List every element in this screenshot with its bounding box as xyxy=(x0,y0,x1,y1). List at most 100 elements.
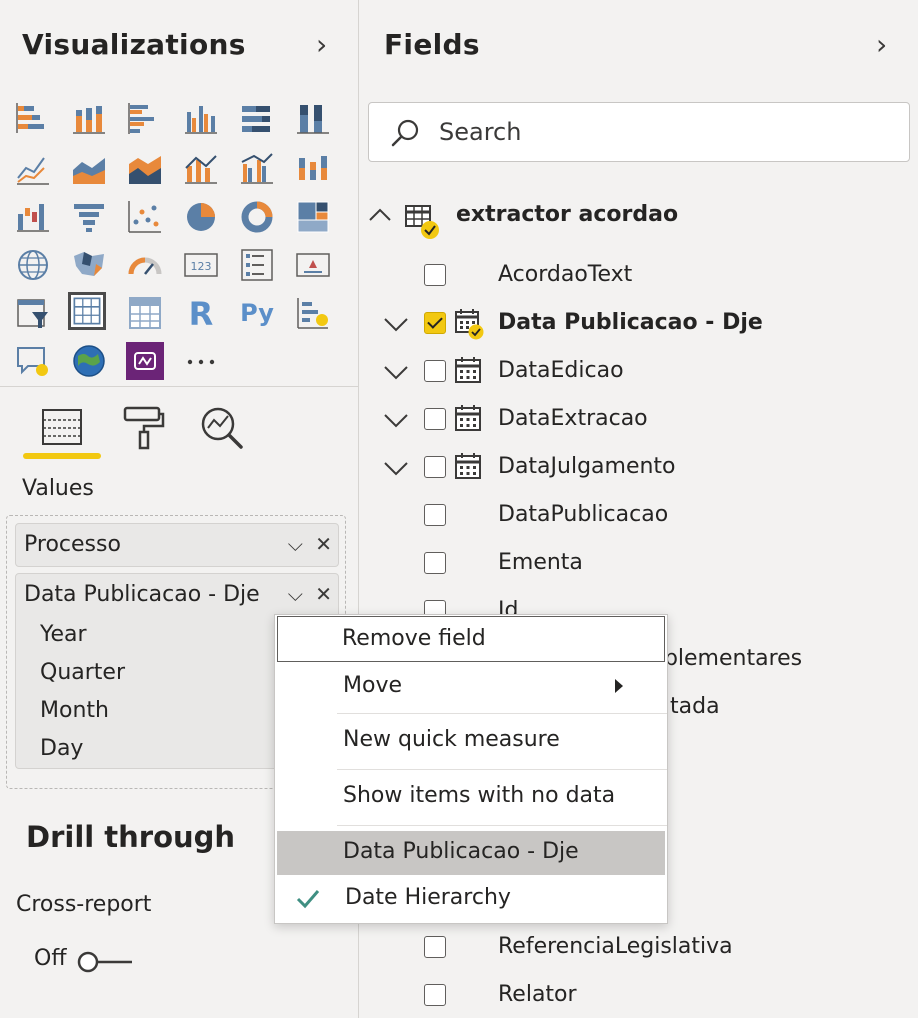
chevron-down-icon[interactable]: ⌵ xyxy=(288,532,303,556)
arcgis-map-icon[interactable] xyxy=(70,342,108,380)
field-checkbox-checked[interactable] xyxy=(424,312,446,334)
collapse-fields-chevron-icon[interactable]: › xyxy=(876,28,887,61)
search-icon xyxy=(391,119,419,147)
close-icon[interactable]: ✕ xyxy=(315,582,332,606)
field-name: DataExtracao xyxy=(498,406,648,431)
svg-text:123: 123 xyxy=(191,260,212,273)
hierarchy-level-day[interactable]: Day xyxy=(40,736,83,761)
field-row-acordaotext[interactable]: AcordaoText xyxy=(360,258,918,298)
menu-separator xyxy=(337,825,667,826)
stacked-bar-chart-icon[interactable] xyxy=(14,100,52,138)
ribbon-chart-icon[interactable] xyxy=(294,150,332,188)
toggle-state-label: Off xyxy=(34,946,67,971)
table-extractor-acordao[interactable]: extractor acordao xyxy=(360,196,900,239)
chevron-down-icon[interactable] xyxy=(382,358,410,386)
menu-separator xyxy=(337,769,667,770)
menu-item-move[interactable]: Move xyxy=(275,665,667,709)
field-checkbox[interactable] xyxy=(424,504,446,526)
paint-roller-icon xyxy=(123,406,165,450)
hierarchy-level-quarter[interactable]: Quarter xyxy=(40,660,125,685)
field-row-dataedicao[interactable]: DataEdicao xyxy=(360,354,918,394)
multi-row-card-icon[interactable] xyxy=(238,246,276,284)
collapse-visualizations-chevron-icon[interactable]: › xyxy=(316,28,327,61)
field-checkbox[interactable] xyxy=(424,360,446,382)
field-row-ementa[interactable]: Ementa xyxy=(360,546,918,586)
menu-item-label: Show items with no data xyxy=(343,783,616,808)
matrix-icon[interactable] xyxy=(126,294,164,332)
field-name: AcordaoText xyxy=(498,262,633,287)
scatter-chart-icon[interactable] xyxy=(126,198,164,236)
field-checkbox[interactable] xyxy=(424,984,446,1006)
close-icon[interactable]: ✕ xyxy=(315,532,332,556)
menu-item-remove-field[interactable]: Remove field xyxy=(277,616,665,662)
100-percent-stacked-column-icon[interactable] xyxy=(294,100,332,138)
menu-item-data-publicacao-dje[interactable]: Data Publicacao - Dje xyxy=(277,831,665,875)
map-icon[interactable] xyxy=(14,246,52,284)
field-row-dataextracao[interactable]: DataExtracao xyxy=(360,402,918,442)
well-field-processo[interactable]: Processo ⌵ ✕ xyxy=(15,523,339,567)
stacked-column-chart-icon[interactable] xyxy=(70,100,108,138)
analytics-tab[interactable] xyxy=(196,402,246,452)
hierarchy-level-month[interactable]: Month xyxy=(40,698,109,723)
menu-item-label: Remove field xyxy=(342,626,486,651)
chevron-down-icon[interactable] xyxy=(382,406,410,434)
well-field-actions: ⌵ ✕ xyxy=(288,582,332,606)
svg-text:R: R xyxy=(189,295,214,332)
field-row-referencialegislativa[interactable]: ReferenciaLegislativa xyxy=(360,930,918,970)
drill-through-title: Drill through xyxy=(26,820,236,854)
treemap-icon[interactable] xyxy=(294,198,332,236)
funnel-chart-icon[interactable] xyxy=(70,198,108,236)
field-row-datajulgamento[interactable]: DataJulgamento xyxy=(360,450,918,490)
more-visuals-icon[interactable] xyxy=(182,342,220,380)
pie-chart-icon[interactable] xyxy=(182,198,220,236)
line-and-clustered-column-icon[interactable] xyxy=(238,150,276,188)
calendar-icon xyxy=(455,453,481,479)
table-visual-icon-selected[interactable] xyxy=(68,292,106,330)
svg-text:Py: Py xyxy=(240,299,274,327)
chevron-up-icon[interactable] xyxy=(368,206,392,222)
format-tab[interactable] xyxy=(118,402,168,452)
qa-visual-icon[interactable] xyxy=(14,342,52,380)
field-name: Data Publicacao - Dje xyxy=(498,310,763,335)
field-row-relator[interactable]: Relator xyxy=(360,978,918,1018)
search-input[interactable] xyxy=(439,111,889,153)
field-checkbox[interactable] xyxy=(424,552,446,574)
hierarchy-level-year[interactable]: Year xyxy=(40,622,87,647)
menu-item-new-quick-measure[interactable]: New quick measure xyxy=(275,719,667,763)
menu-item-date-hierarchy[interactable]: Date Hierarchy xyxy=(275,877,667,921)
filled-map-icon[interactable] xyxy=(70,246,108,284)
100-percent-stacked-bar-icon[interactable] xyxy=(238,100,276,138)
search-box[interactable] xyxy=(368,102,910,162)
clustered-bar-chart-icon[interactable] xyxy=(126,100,164,138)
table-name: extractor acordao xyxy=(456,202,679,227)
key-influencers-icon[interactable] xyxy=(294,294,332,332)
field-name-partial: nplementares xyxy=(650,646,803,671)
field-checkbox[interactable] xyxy=(424,456,446,478)
field-row-datapublicacao[interactable]: DataPublicacao xyxy=(360,498,918,538)
field-checkbox[interactable] xyxy=(424,264,446,286)
donut-chart-icon[interactable] xyxy=(238,198,276,236)
menu-item-show-items-with-no-data[interactable]: Show items with no data xyxy=(275,775,667,819)
chevron-down-icon[interactable] xyxy=(382,310,410,338)
line-and-stacked-column-icon[interactable] xyxy=(182,150,220,188)
python-visual-icon[interactable]: Py xyxy=(238,294,276,332)
kpi-icon[interactable] xyxy=(294,246,332,284)
r-script-visual-icon[interactable]: R xyxy=(182,294,220,333)
clustered-column-chart-icon[interactable] xyxy=(182,100,220,138)
line-chart-icon[interactable] xyxy=(14,150,52,188)
field-checkbox[interactable] xyxy=(424,936,446,958)
submenu-arrow-icon xyxy=(615,679,623,693)
area-chart-icon[interactable] xyxy=(70,150,108,188)
power-apps-visual-icon[interactable] xyxy=(126,342,164,380)
card-icon[interactable]: 123 xyxy=(182,246,220,284)
fields-tab[interactable] xyxy=(37,402,87,452)
cross-report-toggle[interactable] xyxy=(76,950,134,974)
field-row-data-publicacao-dje[interactable]: Data Publicacao - Dje xyxy=(360,306,918,346)
field-checkbox[interactable] xyxy=(424,408,446,430)
gauge-icon[interactable] xyxy=(126,246,164,284)
stacked-area-chart-icon[interactable] xyxy=(126,150,164,188)
slicer-icon[interactable] xyxy=(14,294,52,332)
waterfall-chart-icon[interactable] xyxy=(14,198,52,236)
chevron-down-icon[interactable]: ⌵ xyxy=(288,582,303,606)
chevron-down-icon[interactable] xyxy=(382,454,410,482)
